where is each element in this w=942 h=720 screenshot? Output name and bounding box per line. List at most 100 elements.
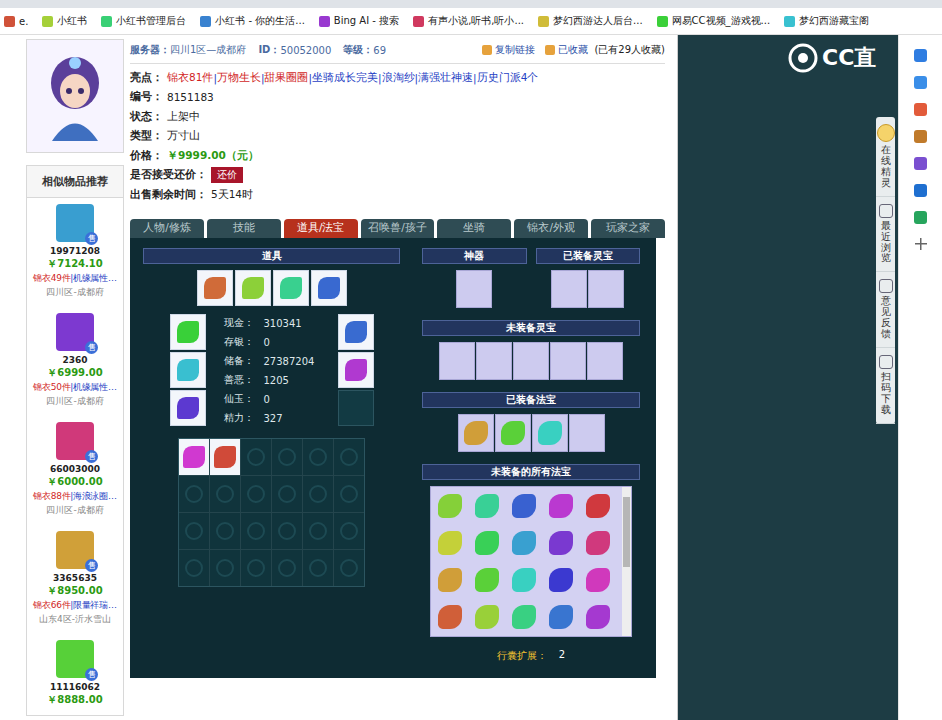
bag-slot[interactable] <box>272 439 302 475</box>
tab[interactable]: 人物/修炼 <box>130 219 204 238</box>
fabao-slot[interactable] <box>543 525 579 561</box>
bag-slot[interactable] <box>241 513 271 549</box>
bag-slot[interactable] <box>272 513 302 549</box>
float-item[interactable]: 意见反馈 <box>876 272 895 348</box>
fabao-slot[interactable] <box>506 525 542 561</box>
lingbao-slot[interactable] <box>587 342 623 380</box>
bag-slot[interactable] <box>210 513 240 549</box>
bargain-button[interactable]: 还价 <box>211 167 243 183</box>
bookmark[interactable]: Bing AI - 搜索 <box>319 14 399 28</box>
bag-slot[interactable] <box>272 476 302 512</box>
float-item[interactable]: 扫码下载 <box>876 348 895 424</box>
bookmark[interactable]: e. <box>4 16 28 27</box>
favorite-button[interactable]: 已收藏 <box>545 43 588 57</box>
bag-slot[interactable] <box>303 513 333 549</box>
fabao-slot[interactable] <box>458 414 494 452</box>
bag-slot[interactable] <box>241 550 271 586</box>
tab[interactable]: 技能 <box>207 219 281 238</box>
equipment-slot[interactable] <box>338 314 374 350</box>
fabao-slot[interactable] <box>580 562 616 598</box>
equipment-slot[interactable] <box>170 314 206 350</box>
fabao-slot[interactable] <box>469 488 505 524</box>
tab[interactable]: 玩家之家 <box>591 219 665 238</box>
bag-slot[interactable] <box>179 439 209 475</box>
fabao-slot[interactable] <box>506 599 542 635</box>
bag-slot[interactable] <box>241 476 271 512</box>
bag-slot[interactable] <box>303 439 333 475</box>
recommend-item[interactable]: 售 19971208 ￥7124.10 锦衣49件|机缘属性… 四川区-成都府 <box>27 198 123 307</box>
fabao-slot[interactable] <box>432 525 468 561</box>
sidebar-app-icon[interactable] <box>914 130 927 143</box>
fabao-slot[interactable] <box>506 488 542 524</box>
bag-slot[interactable] <box>334 550 364 586</box>
fabao-slot[interactable] <box>569 414 605 452</box>
bag-slot[interactable] <box>210 439 240 475</box>
sidebar-app-icon[interactable] <box>914 211 927 224</box>
fabao-slot[interactable] <box>506 562 542 598</box>
recommend-item[interactable]: 售 3365635 ￥8950.00 锦衣66件|限量祥瑞… 山东4区-沂水雪山 <box>27 525 123 634</box>
cc-logo[interactable]: CC直 <box>788 41 876 75</box>
bookmark[interactable]: 小红书管理后台 <box>101 14 186 28</box>
bag-slot[interactable] <box>334 476 364 512</box>
lingbao-slot[interactable] <box>550 342 586 380</box>
bookmark[interactable]: 小红书 <box>42 14 87 28</box>
fabao-slot[interactable] <box>432 562 468 598</box>
sidebar-app-icon[interactable] <box>914 157 927 170</box>
bag-slot[interactable] <box>241 439 271 475</box>
fabao-slot[interactable] <box>543 599 579 635</box>
scrollbar[interactable] <box>622 487 631 636</box>
bag-slot[interactable] <box>210 476 240 512</box>
equipment-slot[interactable] <box>170 352 206 388</box>
fabao-slot[interactable] <box>543 562 579 598</box>
shenqi-slot[interactable] <box>456 270 492 308</box>
fabao-slot[interactable] <box>469 525 505 561</box>
tab[interactable]: 道具/法宝 <box>284 219 358 238</box>
sidebar-app-icon[interactable] <box>914 49 927 62</box>
bag-slot[interactable] <box>303 550 333 586</box>
tab[interactable]: 召唤兽/孩子 <box>361 219 435 238</box>
fabao-slot[interactable] <box>495 414 531 452</box>
bookmark[interactable]: 网易CC视频_游戏视... <box>657 14 771 28</box>
sidebar-app-icon[interactable] <box>914 184 927 197</box>
lingbao-slot[interactable] <box>439 342 475 380</box>
fabao-slot[interactable] <box>469 599 505 635</box>
sidebar-app-icon[interactable] <box>914 76 927 89</box>
fabao-slot[interactable] <box>469 562 505 598</box>
bag-slot[interactable] <box>179 550 209 586</box>
equipment-slot[interactable] <box>338 390 374 426</box>
fabao-slot[interactable] <box>580 599 616 635</box>
recommend-item[interactable]: 售 11116062 ￥8888.00 <box>27 634 123 715</box>
add-icon[interactable] <box>915 238 927 250</box>
lingbao-slot[interactable] <box>476 342 512 380</box>
bookmark[interactable]: 梦幻西游藏宝阁 <box>784 14 869 28</box>
bookmark[interactable]: 梦幻西游达人后台... <box>538 14 643 28</box>
float-item[interactable]: 最近浏览 <box>876 197 895 273</box>
equipment-slot[interactable] <box>311 270 347 306</box>
equipment-slot[interactable] <box>197 270 233 306</box>
fabao-slot[interactable] <box>532 414 568 452</box>
float-item[interactable]: 在线精灵 <box>876 117 895 197</box>
sidebar-app-icon[interactable] <box>914 103 927 116</box>
fabao-slot[interactable] <box>432 488 468 524</box>
bag-slot[interactable] <box>210 550 240 586</box>
tab[interactable]: 坐骑 <box>437 219 511 238</box>
equipment-slot[interactable] <box>338 352 374 388</box>
recommend-item[interactable]: 售 66003000 ￥6000.00 锦衣88件|海浪泳圈… 四川区-成都府 <box>27 416 123 525</box>
bag-slot[interactable] <box>334 513 364 549</box>
equipment-slot[interactable] <box>235 270 271 306</box>
tab[interactable]: 锦衣/外观 <box>514 219 588 238</box>
lingbao-slot[interactable] <box>588 270 624 308</box>
bag-slot[interactable] <box>334 439 364 475</box>
bookmark[interactable]: 有声小说,听书,听小... <box>413 14 524 28</box>
equipment-slot[interactable] <box>170 390 206 426</box>
fabao-slot[interactable] <box>580 525 616 561</box>
recommend-item[interactable]: 售 2360 ￥6999.00 锦衣50件|机缘属性… 四川区-成都府 <box>27 307 123 416</box>
fabao-slot[interactable] <box>432 599 468 635</box>
lingbao-slot[interactable] <box>513 342 549 380</box>
fabao-slot[interactable] <box>580 488 616 524</box>
fabao-slot[interactable] <box>543 488 579 524</box>
equipment-slot[interactable] <box>273 270 309 306</box>
lingbao-slot[interactable] <box>551 270 587 308</box>
bag-slot[interactable] <box>179 513 209 549</box>
bookmark[interactable]: 小红书 - 你的生活... <box>200 14 305 28</box>
